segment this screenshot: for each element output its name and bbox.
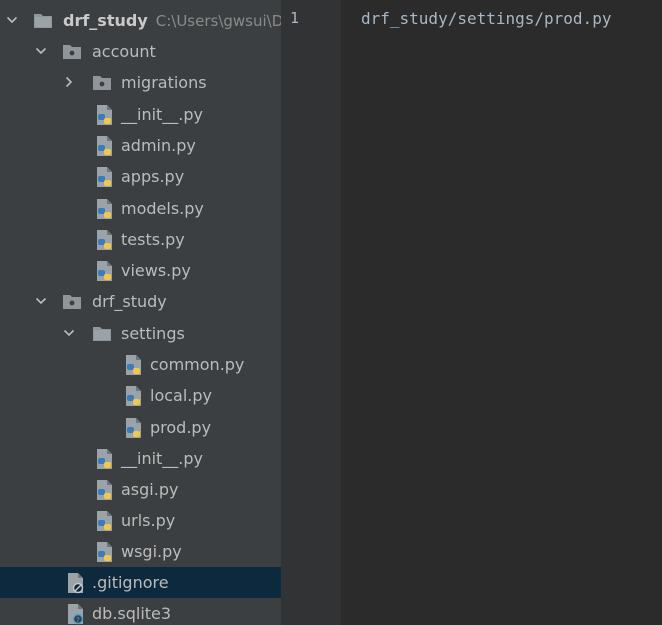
python-file-icon — [97, 480, 112, 500]
tree-item-file[interactable]: asgi.py — [0, 474, 281, 505]
python-file-icon — [97, 136, 112, 156]
chevron-down-icon[interactable] — [35, 45, 47, 57]
tree-item-gitignore[interactable]: .gitignore — [0, 567, 281, 598]
chevron-down-icon[interactable] — [63, 327, 75, 339]
project-tree-panel: drf_study C:\Users\gwsui\D account migrat… — [0, 0, 281, 625]
python-file-icon — [97, 230, 112, 250]
chevron-down-icon[interactable] — [6, 14, 18, 26]
tree-item-file[interactable]: admin.py — [0, 130, 281, 161]
python-file-icon — [126, 355, 141, 375]
tree-item-label: prod.py — [150, 418, 212, 437]
package-folder-icon — [63, 295, 81, 309]
python-file-icon — [97, 167, 112, 187]
package-folder-icon — [63, 45, 81, 59]
unknown-file-icon: ? — [68, 604, 84, 625]
tree-root-label: drf_study C:\Users\gwsui\D — [63, 11, 281, 30]
tree-item-migrations[interactable]: migrations — [0, 67, 281, 98]
python-file-icon — [126, 418, 141, 438]
tree-item-label: local.py — [150, 386, 212, 405]
folder-icon — [93, 327, 111, 341]
tree-item-label: db.sqlite3 — [92, 604, 172, 623]
tree-item-label: common.py — [150, 355, 245, 374]
tree-item-label: .gitignore — [92, 573, 169, 592]
tree-item-file[interactable]: __init__.py — [0, 443, 281, 474]
line-number-gutter: 1 — [281, 0, 341, 625]
tree-item-label: drf_study — [92, 292, 167, 311]
tree-item-label: migrations — [121, 73, 207, 92]
code-editor[interactable]: 1 drf_study/settings/prod.py — [281, 0, 662, 625]
svg-text:?: ? — [76, 616, 80, 624]
tree-item-label: wsgi.py — [121, 542, 182, 561]
tree-item-settings[interactable]: settings — [0, 318, 281, 349]
python-file-icon — [126, 386, 141, 406]
tree-item-label: urls.py — [121, 511, 176, 530]
tree-item-label: settings — [121, 324, 185, 343]
tree-item-label: __init__.py — [121, 449, 204, 468]
python-file-icon — [97, 261, 112, 281]
ignored-file-icon — [68, 573, 84, 594]
package-folder-icon — [93, 76, 111, 90]
tree-item-db[interactable]: ? db.sqlite3 — [0, 598, 281, 625]
chevron-down-icon[interactable] — [35, 295, 47, 307]
python-file-icon — [97, 199, 112, 219]
tree-item-file[interactable]: views.py — [0, 255, 281, 286]
code-line[interactable]: drf_study/settings/prod.py — [361, 9, 611, 28]
tree-item-file[interactable]: apps.py — [0, 161, 281, 192]
tree-item-file[interactable]: __init__.py — [0, 99, 281, 130]
tree-root[interactable]: drf_study C:\Users\gwsui\D — [0, 5, 281, 36]
tree-item-label: admin.py — [121, 136, 196, 155]
python-file-icon — [97, 449, 112, 469]
tree-item-file[interactable]: wsgi.py — [0, 536, 281, 567]
tree-item-file[interactable]: local.py — [0, 380, 281, 411]
tree-item-label: __init__.py — [121, 105, 204, 124]
tree-item-file[interactable]: tests.py — [0, 224, 281, 255]
tree-item-drf-study[interactable]: drf_study — [0, 286, 281, 317]
python-file-icon — [97, 542, 112, 562]
tree-item-file[interactable]: models.py — [0, 193, 281, 224]
tree-item-label: views.py — [121, 261, 191, 280]
tree-item-file[interactable]: prod.py — [0, 412, 281, 443]
tree-item-account[interactable]: account — [0, 36, 281, 67]
python-file-icon — [97, 105, 112, 125]
tree-item-file[interactable]: urls.py — [0, 505, 281, 536]
tree-item-label: tests.py — [121, 230, 185, 249]
folder-icon — [34, 14, 52, 28]
tree-item-file[interactable]: common.py — [0, 349, 281, 380]
project-path: C:\Users\gwsui\D — [155, 12, 281, 30]
tree-item-label: account — [92, 42, 156, 61]
python-file-icon — [97, 511, 112, 531]
line-number: 1 — [290, 9, 300, 27]
tree-item-label: models.py — [121, 199, 204, 218]
tree-item-label: asgi.py — [121, 480, 179, 499]
tree-item-label: apps.py — [121, 167, 185, 186]
chevron-right-icon[interactable] — [63, 76, 75, 88]
